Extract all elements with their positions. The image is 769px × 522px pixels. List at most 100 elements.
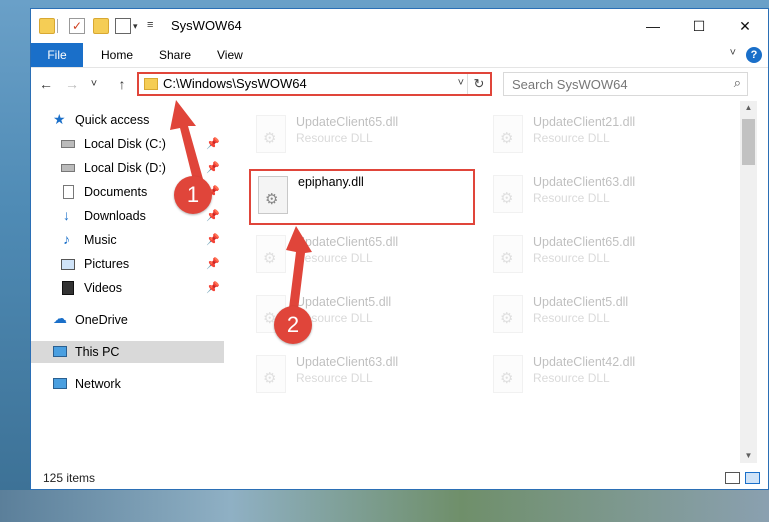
dll-file-icon [493, 235, 523, 273]
ribbon: File Home Share View ˅ ? [31, 43, 768, 68]
pin-icon[interactable]: 📌 [206, 161, 220, 174]
customize-toolbar-icon[interactable]: ≡ [147, 19, 153, 31]
sidebar-item-label: OneDrive [75, 313, 128, 327]
dll-file-icon [258, 176, 288, 214]
details-view-icon[interactable] [725, 472, 740, 484]
scroll-down-button[interactable]: ▼ [740, 449, 757, 463]
scrollbar-thumb[interactable] [742, 119, 755, 165]
back-button[interactable]: ← [35, 73, 57, 95]
status-bar: 125 items [31, 467, 768, 489]
sidebar-item-this-pc[interactable]: This PC [31, 341, 224, 363]
search-input[interactable]: Search SysWOW64 ⌕ [503, 72, 748, 96]
address-bar[interactable]: C:\Windows\SysWOW64 ˅ ↻ [137, 72, 492, 96]
file-type: Resource DLL [533, 371, 610, 385]
sidebar-item-pictures[interactable]: Pictures 📌 [31, 253, 224, 275]
dll-file-icon [493, 355, 523, 393]
sidebar-item-label: This PC [75, 345, 120, 359]
download-icon: ↓ [63, 207, 70, 223]
file-name: UpdateClient63.dll [296, 355, 399, 369]
sidebar-item-label: Documents [84, 185, 148, 199]
refresh-button[interactable]: ↻ [467, 74, 490, 94]
pin-icon[interactable]: 📌 [206, 209, 220, 222]
close-button[interactable]: ✕ [722, 9, 768, 43]
address-path[interactable]: C:\Windows\SysWOW64 [163, 76, 307, 91]
step-2-callout: 2 [274, 306, 312, 344]
videos-icon [62, 281, 74, 295]
toolbar-divider [57, 19, 58, 33]
sidebar-item-label: Videos [84, 281, 122, 295]
tab-view[interactable]: View [217, 43, 243, 67]
folder-icon[interactable] [39, 18, 55, 34]
new-folder-icon[interactable] [93, 18, 109, 34]
sidebar-item-videos[interactable]: Videos 📌 [31, 277, 224, 299]
tab-home[interactable]: Home [101, 43, 133, 67]
title-bar: ✓ ▾ ≡ SysWOW64 — ☐ ✕ [31, 9, 768, 43]
file-explorer-window: ✓ ▾ ≡ SysWOW64 — ☐ ✕ File Home Share Vie… [30, 8, 769, 490]
file-type: Resource DLL [296, 371, 373, 385]
file-type: Resource DLL [296, 131, 373, 145]
tab-share[interactable]: Share [159, 43, 191, 67]
file-item[interactable]: UpdateClient42.dll Resource DLL [481, 351, 711, 399]
file-item[interactable]: UpdateClient63.dll Resource DLL [244, 351, 474, 399]
file-item[interactable]: UpdateClient65.dll Resource DLL [244, 231, 474, 279]
properties-icon[interactable] [115, 18, 131, 34]
file-name: UpdateClient65.dll [296, 235, 399, 249]
file-name: UpdateClient5.dll [533, 295, 629, 309]
maximize-button[interactable]: ☐ [676, 9, 722, 43]
pin-icon[interactable]: 📌 [206, 137, 220, 150]
drive-icon [61, 164, 75, 172]
recent-locations-button[interactable]: ˅ [83, 73, 105, 95]
folder-icon [144, 78, 158, 90]
file-type: Resource DLL [533, 191, 610, 205]
dll-file-icon [493, 295, 523, 333]
minimize-button[interactable]: — [630, 9, 676, 43]
file-item[interactable]: UpdateClient65.dll Resource DLL [244, 111, 474, 159]
help-icon[interactable]: ? [746, 47, 762, 63]
star-icon: ★ [53, 111, 66, 127]
dll-file-icon [256, 235, 286, 273]
music-icon: ♪ [63, 231, 70, 247]
sidebar-item-label: Network [75, 377, 121, 391]
pictures-icon [61, 259, 75, 270]
tab-file[interactable]: File [31, 43, 83, 67]
network-icon [53, 378, 67, 389]
cloud-icon: ☁ [53, 310, 67, 326]
sidebar-item-network[interactable]: Network [31, 373, 224, 395]
file-type: Resource DLL [533, 131, 610, 145]
dll-file-icon [256, 115, 286, 153]
desktop-background [0, 490, 769, 522]
sidebar-item-label: Downloads [84, 209, 146, 223]
sidebar-item-local-disk-c[interactable]: Local Disk (C:) 📌 [31, 133, 224, 155]
scroll-up-button[interactable]: ▲ [740, 101, 757, 115]
search-placeholder: Search SysWOW64 [512, 77, 628, 92]
step-1-callout: 1 [174, 176, 212, 214]
file-type: Resource DLL [296, 251, 373, 265]
file-item[interactable]: UpdateClient5.dll Resource DLL [481, 291, 711, 339]
forward-button[interactable]: → [61, 73, 83, 95]
documents-icon [63, 185, 74, 199]
up-button[interactable]: ↑ [111, 73, 133, 95]
sidebar-item-music[interactable]: ♪ Music 📌 [31, 229, 224, 251]
vertical-scrollbar[interactable]: ▲ ▼ [740, 101, 757, 463]
pin-icon[interactable]: 📌 [206, 257, 220, 270]
address-dropdown-icon[interactable]: ˅ [458, 77, 464, 89]
file-list: UpdateClient65.dll Resource DLL UpdateCl… [224, 101, 738, 463]
toolbar-dropdown-icon[interactable]: ▾ [133, 21, 138, 32]
sidebar-item-quick-access[interactable]: ★ Quick access [31, 109, 224, 131]
file-item[interactable]: UpdateClient63.dll Resource DLL [481, 171, 711, 219]
ribbon-collapse-icon[interactable]: ˅ [730, 47, 736, 59]
checkbox-icon[interactable]: ✓ [69, 18, 85, 34]
pin-icon[interactable]: 📌 [206, 281, 220, 294]
file-item[interactable]: UpdateClient21.dll Resource DLL [481, 111, 711, 159]
file-name: UpdateClient5.dll [296, 295, 392, 309]
pin-icon[interactable]: 📌 [206, 233, 220, 246]
file-item[interactable]: UpdateClient65.dll Resource DLL [481, 231, 711, 279]
large-icons-view-icon[interactable] [745, 472, 760, 484]
file-item-epiphany[interactable]: epiphany.dll [249, 169, 475, 225]
sidebar-item-onedrive[interactable]: ☁ OneDrive [31, 309, 224, 331]
search-icon[interactable]: ⌕ [734, 75, 741, 91]
item-count: 125 items [43, 471, 96, 485]
computer-icon [53, 346, 67, 357]
drive-icon [61, 140, 75, 148]
file-type: Resource DLL [533, 251, 610, 265]
